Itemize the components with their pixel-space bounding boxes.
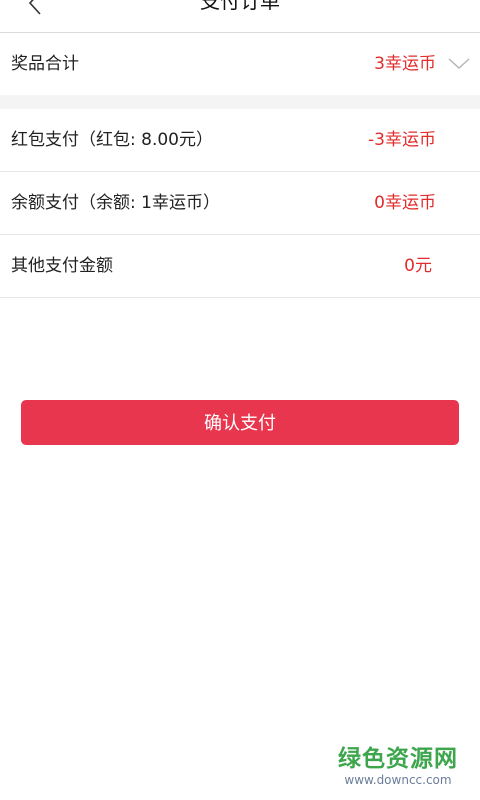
payment-row-balance[interactable]: 余额支付（余额: 1幸运币） 0幸运币 (0, 172, 480, 234)
prize-total-value: 3幸运币 (374, 54, 436, 74)
payment-label: 红包支付（红包: 8.00元） (11, 130, 213, 150)
payment-row-other[interactable]: 其他支付金额 0元 (0, 235, 480, 297)
payment-value: 0元 (404, 256, 432, 276)
prize-total-label: 奖品合计 (11, 54, 79, 74)
payment-label: 其他支付金额 (11, 256, 113, 276)
payment-value: 0幸运币 (374, 193, 436, 213)
watermark-logo: 绿色资源网 www.downcc.com (338, 745, 458, 787)
watermark-title: 绿色资源网 (338, 746, 458, 772)
nav-header: 支付订单 (0, 0, 480, 33)
payment-row-redpacket[interactable]: 红包支付（红包: 8.00元） -3幸运币 (0, 109, 480, 171)
section-divider (0, 95, 480, 109)
payment-value: -3幸运币 (368, 130, 436, 150)
watermark-url: www.downcc.com (344, 773, 452, 787)
row-divider (0, 297, 480, 298)
payment-label: 余额支付（余额: 1幸运币） (11, 193, 220, 213)
chevron-down-icon[interactable] (448, 57, 470, 71)
page-title: 支付订单 (200, 0, 280, 13)
prize-total-row[interactable]: 奖品合计 3幸运币 (0, 33, 480, 95)
confirm-payment-button[interactable]: 确认支付 (21, 400, 459, 445)
